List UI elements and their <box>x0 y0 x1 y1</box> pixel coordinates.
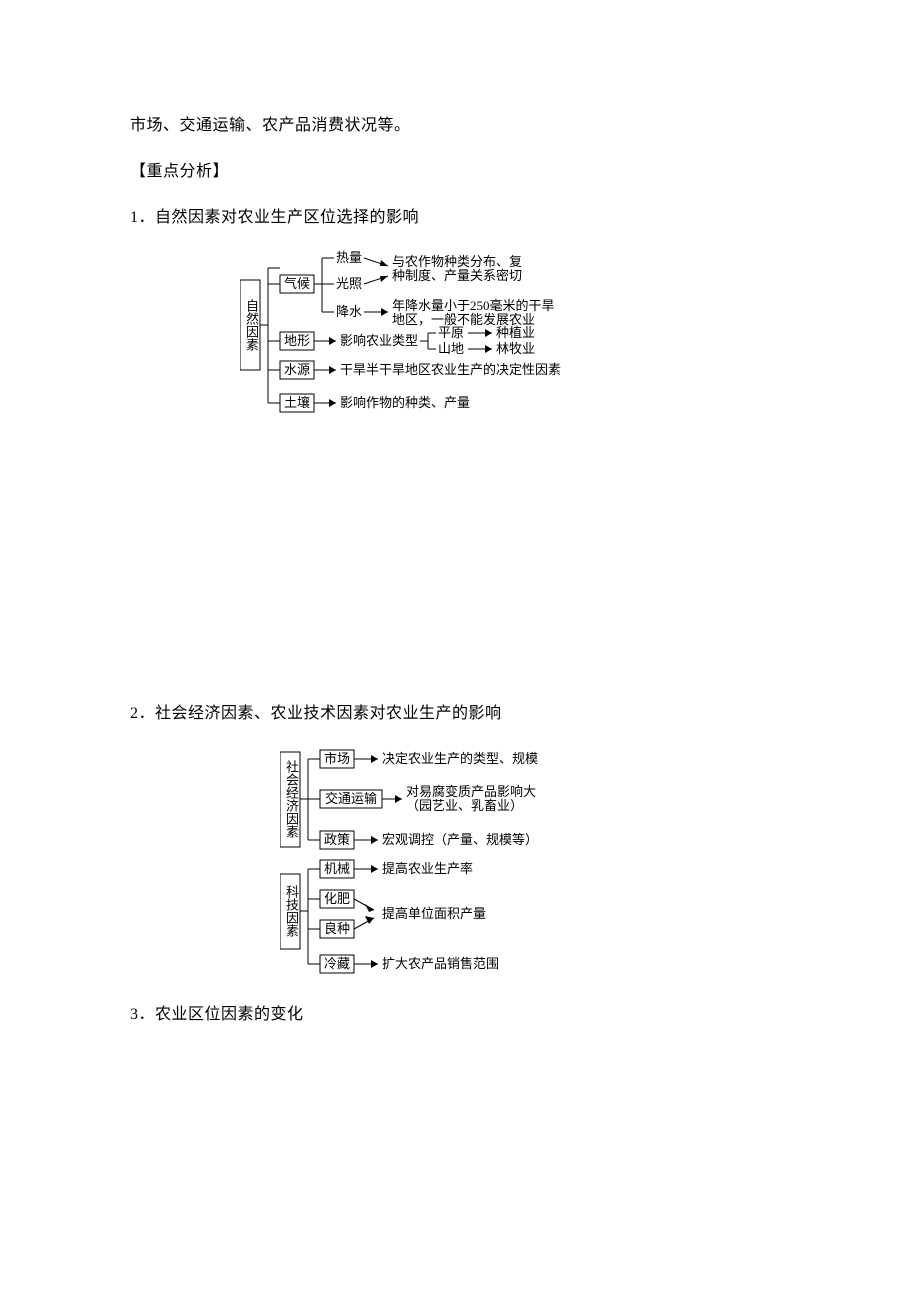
diagram-natural-factors: 自然因素 气候 热量 光照 降水 与农 <box>130 248 790 418</box>
page-content: 市场、交通运输、农产品消费状况等。 【重点分析】 1．自然因素对农业生产区位选择… <box>0 0 920 1105</box>
svg-text:种制度、产量关系密切: 种制度、产量关系密切 <box>392 268 522 283</box>
svg-text:提高单位面积产量: 提高单位面积产量 <box>382 906 486 921</box>
diagram-socioeconomic-tech-factors: 社会经济因素 市场 决定农业生产的类型、规模 交通运输 对易腐变质产品影响大 （… <box>130 744 790 979</box>
svg-text:地形: 地形 <box>284 333 310 348</box>
svg-text:与农作物种类分布、复: 与农作物种类分布、复 <box>392 254 522 269</box>
svg-text:干旱半干旱地区农业生产的决定性因素: 干旱半干旱地区农业生产的决定性因素 <box>340 362 561 377</box>
point-1: 1．自然因素对农业生产区位选择的影响 <box>130 202 790 234</box>
svg-text:科技因素: 科技因素 <box>284 885 299 937</box>
svg-text:提高农业生产率: 提高农业生产率 <box>382 861 473 876</box>
svg-text:林牧业: 林牧业 <box>496 341 535 356</box>
svg-text:社会经济因素: 社会经济因素 <box>284 759 299 838</box>
intro-paragraph: 市场、交通运输、农产品消费状况等。 <box>130 110 790 142</box>
svg-text:（园艺业、乳畜业）: （园艺业、乳畜业） <box>406 798 523 813</box>
svg-text:对易腐变质产品影响大: 对易腐变质产品影响大 <box>406 784 536 799</box>
svg-text:平原: 平原 <box>438 325 464 340</box>
svg-text:气候: 气候 <box>284 276 310 291</box>
svg-text:影响作物的种类、产量: 影响作物的种类、产量 <box>340 395 470 410</box>
svg-text:机械: 机械 <box>324 861 350 876</box>
svg-text:自然因素: 自然因素 <box>244 299 259 351</box>
svg-text:扩大农产品销售范围: 扩大农产品销售范围 <box>382 956 499 971</box>
section-heading: 【重点分析】 <box>130 156 790 188</box>
svg-text:光照: 光照 <box>336 276 362 291</box>
svg-text:热量: 热量 <box>336 250 362 265</box>
svg-text:山地: 山地 <box>438 341 464 356</box>
svg-text:降水: 降水 <box>336 304 362 319</box>
svg-text:政策: 政策 <box>324 832 350 847</box>
svg-text:影响农业类型: 影响农业类型 <box>340 333 418 348</box>
point-3: 3．农业区位因素的变化 <box>130 999 790 1031</box>
svg-text:年降水量小于250毫米的干旱: 年降水量小于250毫米的干旱 <box>392 298 555 313</box>
svg-text:土壤: 土壤 <box>284 395 310 410</box>
svg-text:水源: 水源 <box>284 362 310 377</box>
svg-text:种植业: 种植业 <box>496 325 535 340</box>
point-2: 2．社会经济因素、农业技术因素对农业生产的影响 <box>130 698 790 730</box>
svg-text:市场: 市场 <box>324 751 350 766</box>
svg-text:良种: 良种 <box>324 921 350 936</box>
svg-text:宏观调控（产量、规模等）: 宏观调控（产量、规模等） <box>382 832 538 847</box>
svg-text:冷藏: 冷藏 <box>324 956 350 971</box>
spacer <box>130 438 790 698</box>
svg-text:决定农业生产的类型、规模: 决定农业生产的类型、规模 <box>382 751 538 766</box>
svg-text:交通运输: 交通运输 <box>325 791 377 806</box>
svg-text:化肥: 化肥 <box>324 891 350 906</box>
